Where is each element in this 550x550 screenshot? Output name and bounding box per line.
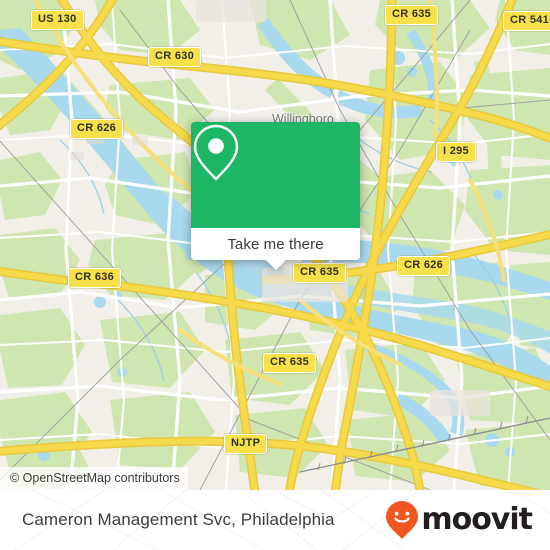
take-me-there-label: Take me there [227, 235, 324, 253]
road-shield-cr-626-east[interactable]: CR 626 [397, 256, 451, 276]
take-me-there-button[interactable]: Take me there [191, 228, 360, 270]
road-shield-cr-635-south[interactable]: CR 635 [263, 353, 317, 373]
road-shield-cr-636[interactable]: CR 636 [68, 268, 122, 288]
map-pin-icon [193, 124, 239, 181]
page-title: Cameron Management Svc, Philadelphia [22, 510, 335, 529]
osm-attribution[interactable]: © OpenStreetMap contributors [0, 467, 188, 490]
moovit-wordmark: moovit [421, 502, 533, 537]
road-shield-cr-626-west[interactable]: CR 626 [70, 119, 124, 139]
road-shield-cr-635-center[interactable]: CR 635 [293, 263, 347, 283]
footer-bar: Cameron Management Svc, Philadelphia moo… [0, 490, 550, 550]
location-popup-card[interactable]: Take me there [191, 122, 360, 270]
road-shield-cr-630[interactable]: CR 630 [148, 47, 202, 67]
road-shield-cr-541[interactable]: CR 541 [503, 11, 550, 31]
road-shield-i-295[interactable]: I 295 [436, 142, 476, 162]
popup-pointer-tail [264, 259, 287, 270]
map-canvas[interactable]: Willingboro US 130 CR 635 CR 541 CR 630 … [0, 0, 550, 490]
moovit-map-screenshot: Willingboro US 130 CR 635 CR 541 CR 630 … [0, 0, 550, 550]
moovit-smiley-pin-icon [386, 501, 419, 539]
road-shield-us-130[interactable]: US 130 [31, 10, 84, 30]
moovit-logo[interactable]: moovit [385, 500, 533, 540]
road-shield-cr-635-north[interactable]: CR 635 [385, 5, 439, 25]
road-shield-njtp[interactable]: NJTP [224, 434, 268, 454]
popup-icon-area [191, 122, 360, 228]
